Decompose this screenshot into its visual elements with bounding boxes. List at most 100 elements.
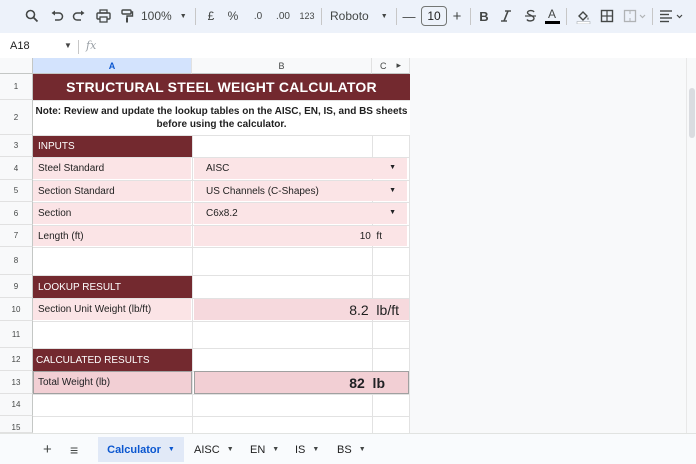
column-header-b[interactable]: B — [192, 58, 372, 74]
bold-button[interactable]: B — [477, 5, 491, 27]
tab-aisc[interactable]: AISC ▼ — [186, 437, 242, 462]
select-all-corner[interactable] — [0, 58, 33, 74]
steel-standard-dropdown[interactable]: AISC ▼ — [194, 158, 407, 179]
name-box-value: A18 — [10, 40, 30, 52]
tab-calculator[interactable]: Calculator ▼ — [98, 437, 184, 462]
chevron-down-icon: ▼ — [358, 446, 366, 453]
row-header[interactable]: 7 — [0, 225, 33, 247]
font-size-input[interactable]: 10 — [421, 6, 447, 26]
chevron-down-icon: ▼ — [380, 12, 388, 20]
total-weight-text: 82 lb — [349, 374, 385, 391]
currency-label: £ — [207, 9, 215, 23]
tab-bs[interactable]: BS ▼ — [329, 437, 374, 462]
row-header[interactable]: 1 — [0, 74, 33, 100]
section-standard-label[interactable]: Section Standard — [33, 181, 191, 201]
formula-bar: A18 ▼ fx — [0, 36, 696, 59]
inputs-section-header[interactable]: INPUTS — [33, 136, 192, 157]
dropdown-value: C6x8.2 — [206, 208, 238, 219]
label-text: Steel Standard — [38, 163, 105, 174]
steel-standard-label[interactable]: Steel Standard — [33, 158, 191, 179]
borders-icon[interactable] — [598, 5, 616, 27]
strikethrough-icon[interactable] — [522, 5, 538, 27]
note-line-2: before using the calculator. — [156, 119, 287, 130]
tab-label: BS — [337, 443, 352, 456]
row-header[interactable]: 13 — [0, 371, 33, 394]
length-input[interactable]: 10 ft — [194, 226, 407, 246]
paint-format-icon[interactable] — [117, 5, 137, 27]
text-color-button[interactable]: A — [544, 5, 560, 27]
calculator-title[interactable]: STRUCTURAL STEEL WEIGHT CALCULATOR — [33, 74, 410, 100]
chevron-down-icon: ▼ — [167, 446, 175, 453]
row-label: 2 — [13, 112, 19, 122]
search-icon[interactable] — [22, 5, 42, 27]
row-header[interactable]: 2 — [0, 100, 33, 135]
font-select[interactable]: Roboto ▼ — [330, 5, 390, 27]
total-weight-label[interactable]: Total Weight (lb) — [33, 371, 192, 394]
vertical-scrollbar[interactable] — [686, 58, 696, 433]
increase-decimals-button[interactable]: .00 — [272, 5, 294, 27]
row-header[interactable]: 14 — [0, 394, 33, 416]
gridline — [33, 321, 410, 322]
fill-color-icon[interactable] — [574, 5, 592, 27]
column-label: A — [108, 60, 116, 71]
merge-cells-icon[interactable] — [622, 5, 648, 27]
row-header[interactable]: 9 — [0, 275, 33, 298]
decrease-decimals-button[interactable]: .0 — [248, 5, 268, 27]
number-format-button[interactable]: 123 — [298, 5, 316, 27]
percent-format-button[interactable]: % — [226, 5, 240, 27]
row-header[interactable]: 6 — [0, 202, 33, 225]
section-header-text: CALCULATED RESULTS — [36, 354, 150, 366]
chevron-down-icon: ▼ — [226, 446, 234, 453]
decrease-font-size-button[interactable]: — — [402, 5, 416, 27]
column-header-a[interactable]: A — [33, 58, 192, 74]
formula-input[interactable] — [104, 38, 674, 56]
all-sheets-label: ≡ — [70, 441, 79, 458]
tab-label: AISC — [194, 443, 220, 456]
section-dropdown[interactable]: C6x8.2 ▼ — [194, 203, 407, 224]
row-header[interactable]: 12 — [0, 348, 33, 371]
italic-icon[interactable] — [499, 5, 513, 27]
tab-label: Calculator — [107, 443, 161, 456]
gridline — [33, 247, 410, 248]
row-header[interactable]: 11 — [0, 321, 33, 348]
calculated-section-header[interactable]: CALCULATED RESULTS — [33, 349, 192, 371]
row-label: 11 — [11, 329, 21, 339]
all-sheets-button[interactable]: ≡ — [62, 437, 86, 462]
undo-icon[interactable] — [47, 5, 67, 27]
row-label: 10 — [11, 304, 21, 314]
chevron-down-icon[interactable]: ▼ — [64, 41, 72, 50]
increase-font-size-button[interactable]: + — [450, 5, 464, 27]
section-standard-dropdown[interactable]: US Channels (C-Shapes) ▼ — [194, 181, 407, 201]
currency-format-button[interactable]: £ — [204, 5, 218, 27]
row-header[interactable]: 10 — [0, 298, 33, 321]
column-header-c[interactable]: C ▸ — [372, 58, 410, 74]
unit-weight-value[interactable]: 8.2 lb/ft — [194, 299, 409, 320]
spreadsheet-grid: A B C ▸ 1 2 3 4 5 6 7 8 9 10 11 12 13 14… — [0, 58, 696, 433]
plus-label: + — [452, 7, 462, 25]
align-icon[interactable] — [658, 5, 688, 27]
row-header[interactable]: 4 — [0, 157, 33, 180]
row-header[interactable]: 5 — [0, 180, 33, 202]
unit-weight-label[interactable]: Section Unit Weight (lb/ft) — [33, 299, 191, 320]
name-box[interactable]: A18 — [10, 40, 30, 52]
redo-icon[interactable] — [69, 5, 89, 27]
zoom-select[interactable]: 100% ▼ — [141, 5, 187, 27]
section-label[interactable]: Section — [33, 203, 191, 224]
row-header[interactable]: 8 — [0, 247, 33, 275]
row-label: 9 — [13, 281, 19, 291]
gridline — [33, 416, 410, 417]
length-label[interactable]: Length (ft) — [33, 226, 191, 246]
label-text: Length (ft) — [38, 230, 84, 242]
add-sheet-button[interactable]: + — [35, 437, 60, 462]
tab-en[interactable]: EN ▼ — [242, 437, 287, 462]
zoom-value: 100% — [141, 9, 172, 23]
chevron-down-icon: ▼ — [272, 446, 280, 453]
print-icon[interactable] — [92, 5, 114, 27]
scrollbar-thumb[interactable] — [689, 88, 695, 138]
total-weight-value[interactable]: 82 lb — [194, 371, 409, 394]
row-header[interactable]: 15 — [0, 416, 33, 433]
row-header[interactable]: 3 — [0, 135, 33, 157]
note-cell[interactable]: Note: Review and update the lookup table… — [33, 101, 410, 135]
lookup-section-header[interactable]: LOOKUP RESULT — [33, 276, 192, 298]
tab-is[interactable]: IS ▼ — [287, 437, 327, 462]
